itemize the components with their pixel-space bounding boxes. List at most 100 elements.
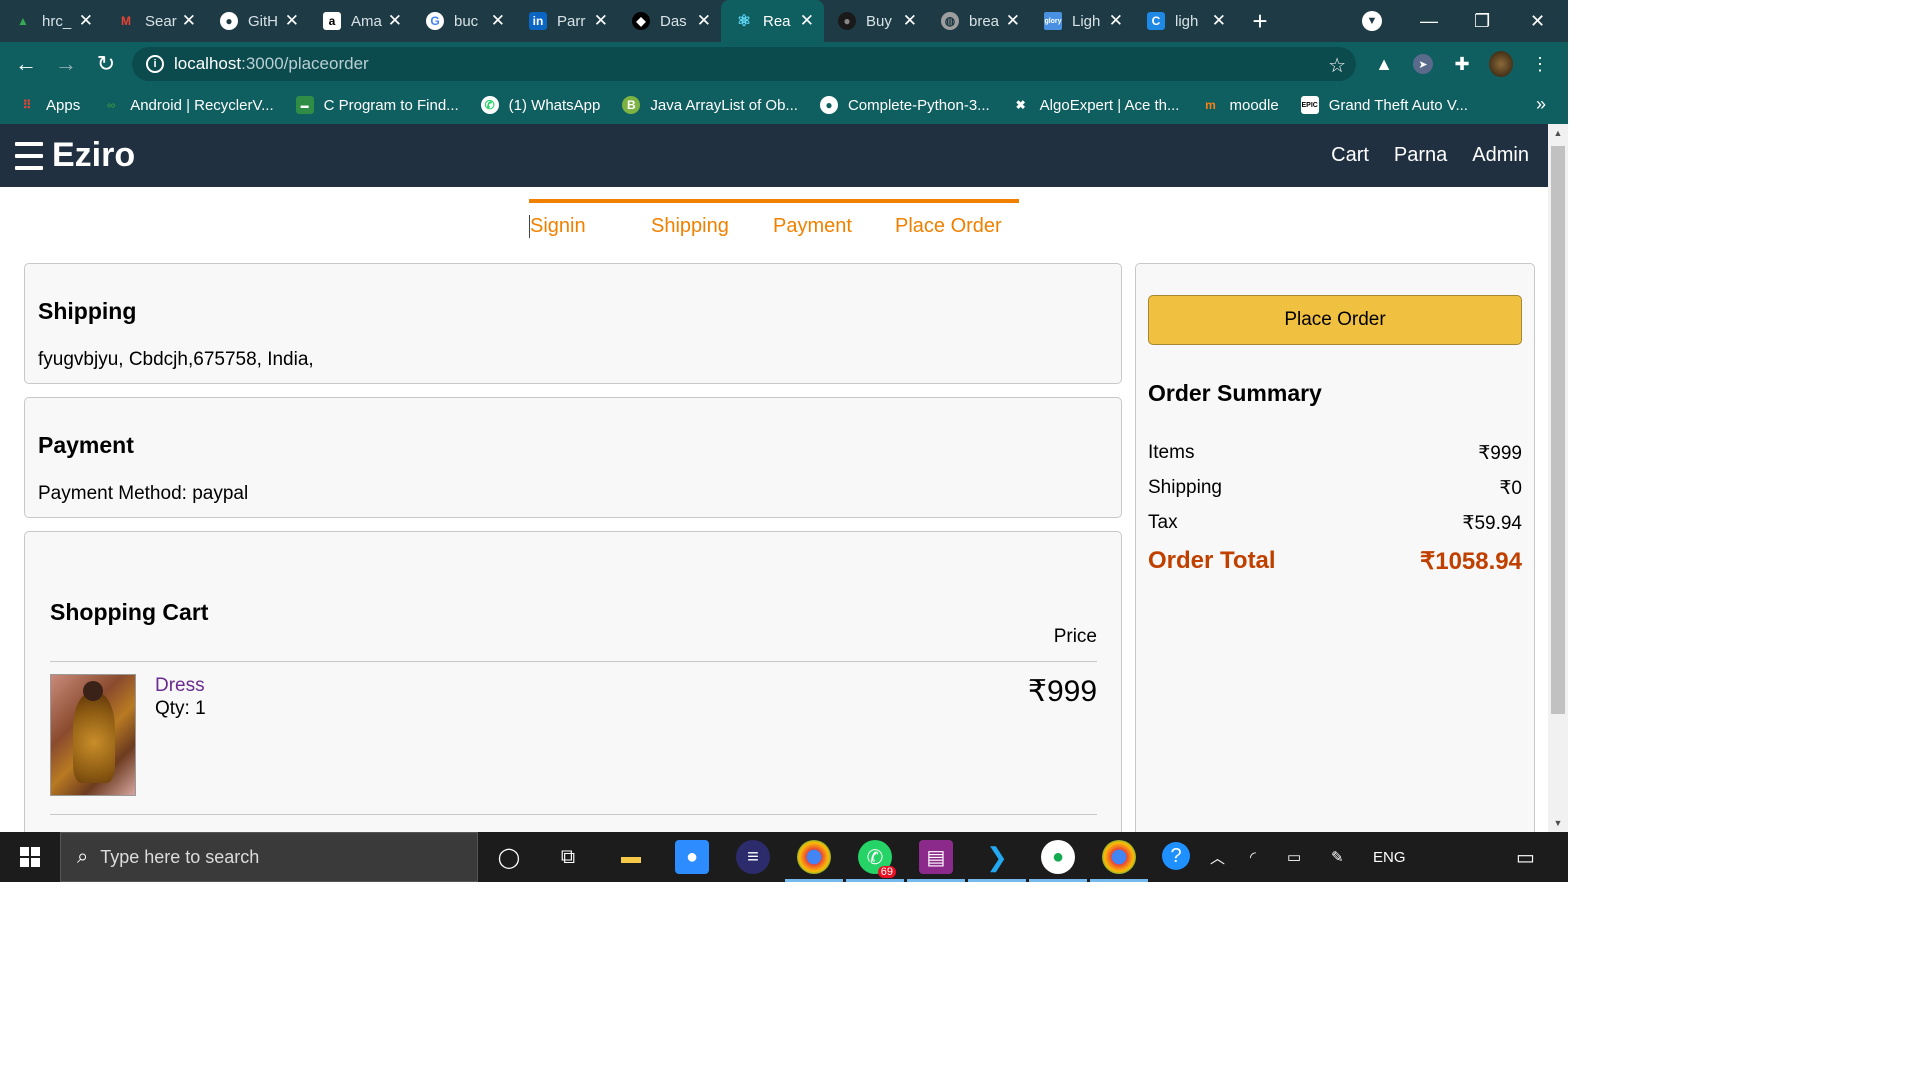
- bookmarks-overflow-icon[interactable]: »: [1536, 94, 1546, 115]
- profile-avatar[interactable]: [1489, 51, 1513, 77]
- gmail-icon: M: [121, 14, 131, 28]
- bookmark-android[interactable]: ∞ Android | RecyclerV...: [102, 96, 274, 114]
- bookmark-star-icon[interactable]: ☆: [1328, 53, 1346, 78]
- tab-4[interactable]: Gbuc ✕: [412, 0, 515, 42]
- bookmark-algoexpert[interactable]: ✖ AlgoExpert | Ace th...: [1012, 96, 1180, 114]
- reload-icon[interactable]: ↻: [86, 44, 126, 84]
- close-tab-icon[interactable]: ✕: [594, 11, 608, 31]
- nav-cart-link[interactable]: Cart: [1331, 144, 1369, 167]
- tab-11[interactable]: Cligh ✕: [1133, 0, 1236, 42]
- price-column-header: Price: [1053, 626, 1097, 647]
- minimize-button[interactable]: —: [1420, 0, 1438, 42]
- winrar-icon[interactable]: ▤: [907, 840, 965, 882]
- notifications-icon[interactable]: ▭: [1516, 832, 1535, 882]
- vscode-icon[interactable]: ❯: [968, 840, 1026, 882]
- tab-2[interactable]: ● GitH ✕: [206, 0, 309, 42]
- apps-grid-icon: ⠿: [22, 98, 32, 112]
- tab-1[interactable]: M Sear ✕: [103, 0, 206, 42]
- page-scrollbar[interactable]: ▲ ▼: [1548, 124, 1568, 832]
- chrome-icon[interactable]: [785, 840, 843, 882]
- close-tab-icon[interactable]: ✕: [1212, 11, 1226, 31]
- bookmark-apps[interactable]: ⠿ Apps: [18, 96, 81, 114]
- forward-icon[interactable]: →: [46, 44, 86, 84]
- scroll-thumb[interactable]: [1551, 146, 1565, 714]
- windows-start-icon[interactable]: [0, 832, 60, 882]
- extension-cursor-icon[interactable]: ➤: [1411, 52, 1435, 76]
- brand-logo[interactable]: Eziro: [52, 136, 135, 175]
- tab-0[interactable]: ▲ hrc_ ✕: [0, 0, 103, 42]
- extensions-puzzle-icon[interactable]: ✚: [1450, 52, 1474, 76]
- tab-10[interactable]: glory Ligh ✕: [1030, 0, 1133, 42]
- tab-3[interactable]: a Ama ✕: [309, 0, 412, 42]
- product-image[interactable]: [50, 674, 136, 796]
- close-tab-icon[interactable]: ✕: [903, 11, 917, 31]
- bookmark-python[interactable]: ● Complete-Python-3...: [819, 96, 990, 114]
- close-tab-icon[interactable]: ✕: [491, 11, 505, 31]
- help-icon[interactable]: ?: [1162, 842, 1190, 870]
- extension-mountain-icon[interactable]: ▲: [1372, 52, 1396, 76]
- product-link[interactable]: Dress: [155, 675, 205, 697]
- wifi-icon[interactable]: ◜: [1250, 832, 1256, 882]
- close-tab-icon[interactable]: ✕: [697, 11, 711, 31]
- close-tab-icon[interactable]: ✕: [1006, 11, 1020, 31]
- hamburger-menu-icon[interactable]: [15, 142, 43, 170]
- nav-user-link[interactable]: Parna: [1394, 144, 1447, 167]
- language-indicator[interactable]: ENG: [1373, 832, 1406, 882]
- close-tab-icon[interactable]: ✕: [182, 11, 196, 31]
- chrome-profile-icon[interactable]: [1090, 840, 1148, 882]
- close-tab-icon[interactable]: ✕: [800, 11, 814, 31]
- tab-7-active[interactable]: ⚛ Rea ✕: [721, 0, 824, 42]
- cortana-icon[interactable]: ◯: [492, 840, 526, 874]
- zoom-icon[interactable]: ●: [675, 840, 709, 874]
- whatsapp-icon[interactable]: ✆ 69: [846, 840, 904, 882]
- scroll-up-icon[interactable]: ▲: [1548, 124, 1568, 142]
- bookmark-c-program[interactable]: ▬ C Program to Find...: [295, 96, 459, 114]
- bookmark-whatsapp[interactable]: ✆ (1) WhatsApp: [480, 96, 600, 114]
- bookmark-moodle[interactable]: m moodle: [1201, 96, 1279, 114]
- battery-icon[interactable]: ▭: [1287, 832, 1301, 882]
- tab-5[interactable]: in Parr ✕: [515, 0, 618, 42]
- restore-button[interactable]: ❐: [1474, 0, 1490, 42]
- close-tab-icon[interactable]: ✕: [1109, 11, 1123, 31]
- divider: [50, 661, 1097, 662]
- close-tab-icon[interactable]: ✕: [285, 11, 299, 31]
- nav-admin-link[interactable]: Admin: [1472, 144, 1529, 167]
- step-place-order: Place Order: [895, 215, 1002, 237]
- algoexpert-icon: ✖: [1015, 98, 1026, 112]
- summary-row-tax: Tax ₹59.94: [1148, 512, 1522, 534]
- address-bar[interactable]: i localhost:3000/placeorder ☆: [132, 47, 1356, 81]
- more-menu-icon[interactable]: ⋮: [1528, 52, 1552, 76]
- tab-8[interactable]: ● Buy ✕: [824, 0, 927, 42]
- tab-search-icon[interactable]: ▼: [1362, 0, 1382, 42]
- dress-figure: [73, 693, 115, 783]
- close-tab-icon[interactable]: ✕: [388, 11, 402, 31]
- back-icon[interactable]: ←: [6, 44, 46, 84]
- scroll-down-icon[interactable]: ▼: [1548, 814, 1568, 832]
- bookmark-java[interactable]: B Java ArrayList of Ob...: [622, 96, 798, 114]
- close-tab-icon[interactable]: ✕: [79, 11, 93, 31]
- shipping-address: fyugvbjyu, Cbdcjh,675758, India,: [38, 349, 314, 370]
- place-order-button[interactable]: Place Order: [1148, 295, 1522, 345]
- shipping-title: Shipping: [38, 298, 137, 324]
- shopping-cart-card: Shopping Cart Price Dress Qty: 1 ₹999: [24, 531, 1122, 832]
- task-view-icon[interactable]: ⧉: [551, 840, 585, 874]
- mongodb-icon[interactable]: ●: [1029, 840, 1087, 882]
- page-viewport: Eziro Cart Parna Admin Signin Shipping P…: [0, 124, 1548, 832]
- tray-chevron-icon[interactable]: ︿: [1210, 832, 1225, 882]
- amazon-icon: a: [323, 12, 341, 30]
- bookmark-gta[interactable]: EPIC Grand Theft Auto V...: [1300, 96, 1468, 114]
- pen-icon[interactable]: ✎: [1331, 832, 1344, 882]
- tab-6[interactable]: ◆ Das ✕: [618, 0, 721, 42]
- model-head: [83, 681, 103, 701]
- site-icon: ▬: [295, 96, 314, 114]
- taskbar-search-input[interactable]: ⌕ Type here to search: [60, 832, 478, 882]
- tab-9[interactable]: ◍ brea ✕: [927, 0, 1030, 42]
- close-window-button[interactable]: ✕: [1530, 0, 1545, 42]
- system-clock[interactable]: 18:02 14-04-2021: [1756, 838, 1828, 878]
- glory-icon: glory: [1044, 12, 1062, 30]
- info-icon[interactable]: i: [146, 55, 164, 73]
- new-tab-button[interactable]: +: [1240, 0, 1280, 42]
- app-header: Eziro Cart Parna Admin: [0, 124, 1548, 187]
- eclipse-icon[interactable]: ≡: [736, 840, 770, 874]
- file-explorer-icon[interactable]: ▬: [614, 840, 648, 874]
